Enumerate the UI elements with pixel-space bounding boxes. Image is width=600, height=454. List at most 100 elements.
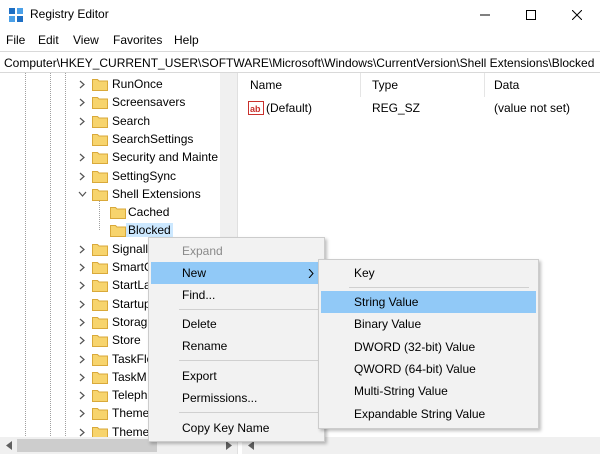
chevron-right-icon[interactable] bbox=[78, 117, 87, 126]
menu-find[interactable]: Find... bbox=[151, 284, 322, 306]
tree-item[interactable]: Screensavers bbox=[0, 93, 237, 111]
address-bar[interactable]: Computer\HKEY_CURRENT_USER\SOFTWARE\Micr… bbox=[0, 51, 600, 73]
chevron-right-icon[interactable] bbox=[78, 318, 87, 327]
tree-item-label: Screensavers bbox=[112, 95, 186, 110]
chevron-right-icon[interactable] bbox=[78, 300, 87, 309]
chevron-right-icon[interactable] bbox=[78, 153, 87, 162]
menu-new-qword-value[interactable]: QWORD (64-bit) Value bbox=[321, 358, 536, 380]
tree-item[interactable]: SearchSettings bbox=[0, 130, 237, 148]
menu-view[interactable]: View bbox=[73, 33, 99, 47]
chevron-down-icon[interactable] bbox=[78, 190, 87, 199]
folder-icon bbox=[92, 390, 108, 403]
menu-new-multi-string-value[interactable]: Multi-String Value bbox=[321, 380, 536, 402]
column-data[interactable]: Data bbox=[494, 78, 519, 92]
tree-item[interactable]: SettingSync bbox=[0, 167, 237, 185]
folder-icon bbox=[92, 188, 108, 201]
scroll-right-icon[interactable] bbox=[225, 441, 233, 450]
tree-item-label: Storag bbox=[112, 314, 148, 329]
new-submenu: Key String Value Binary Value DWORD (32-… bbox=[318, 259, 539, 429]
menu-help[interactable]: Help bbox=[174, 33, 199, 47]
menu-copy-key-name[interactable]: Copy Key Name bbox=[151, 417, 322, 439]
address-path[interactable]: Computer\HKEY_CURRENT_USER\SOFTWARE\Micr… bbox=[4, 56, 594, 70]
minimize-button[interactable] bbox=[462, 0, 508, 30]
tree-item-label: Teleph bbox=[112, 388, 148, 403]
chevron-right-icon[interactable] bbox=[78, 281, 87, 290]
tree-item[interactable]: RunOnce bbox=[0, 75, 237, 93]
tree-item-label: SearchSettings bbox=[112, 131, 194, 146]
tree-item[interactable]: Search bbox=[0, 112, 237, 130]
menu-favorites[interactable]: Favorites bbox=[113, 33, 162, 47]
folder-icon bbox=[92, 353, 108, 366]
tree-item[interactable]: Cached bbox=[0, 203, 237, 221]
folder-icon bbox=[92, 115, 108, 128]
minimize-icon bbox=[480, 14, 490, 16]
menu-edit[interactable]: Edit bbox=[38, 33, 59, 47]
close-button[interactable] bbox=[554, 0, 600, 30]
svg-text:ab: ab bbox=[250, 104, 261, 114]
column-type[interactable]: Type bbox=[372, 78, 398, 92]
chevron-right-icon[interactable] bbox=[78, 98, 87, 107]
folder-icon bbox=[92, 262, 108, 274]
menu-new[interactable]: New bbox=[151, 262, 322, 284]
folder-icon bbox=[92, 152, 108, 165]
menu-new-expandable-string-value[interactable]: Expandable String Value bbox=[321, 403, 536, 425]
tree-item-label: Store bbox=[112, 333, 141, 348]
menu-new-key[interactable]: Key bbox=[321, 262, 536, 284]
menu-rename[interactable]: Rename bbox=[151, 335, 322, 357]
folder-icon bbox=[92, 316, 108, 329]
close-icon bbox=[572, 10, 582, 20]
tree-item[interactable]: Security and Mainte bbox=[0, 148, 237, 166]
chevron-right-icon[interactable] bbox=[78, 245, 87, 254]
chevron-right-icon[interactable] bbox=[78, 263, 87, 272]
string-value-icon: ab bbox=[248, 101, 264, 115]
tree-item-label: Cached bbox=[128, 205, 170, 220]
scroll-thumb[interactable] bbox=[17, 439, 157, 452]
folder-icon bbox=[92, 97, 108, 110]
folder-icon bbox=[92, 170, 108, 183]
column-name[interactable]: Name bbox=[250, 78, 282, 92]
tree-item-label: Signall bbox=[112, 241, 149, 256]
chevron-right-icon bbox=[308, 269, 314, 278]
scroll-left-icon[interactable] bbox=[247, 441, 255, 450]
tree-item-label: Blocked bbox=[126, 223, 173, 238]
scroll-left-icon[interactable] bbox=[5, 441, 13, 450]
folder-icon bbox=[92, 280, 108, 293]
menu-export[interactable]: Export bbox=[151, 365, 322, 387]
chevron-right-icon[interactable] bbox=[78, 373, 87, 382]
menu-new-dword-value[interactable]: DWORD (32-bit) Value bbox=[321, 336, 536, 358]
menu-file[interactable]: File bbox=[6, 33, 25, 47]
folder-icon bbox=[92, 79, 108, 91]
value-data: (value not set) bbox=[494, 101, 571, 115]
menu-permissions[interactable]: Permissions... bbox=[151, 387, 322, 409]
menu-new-string-value[interactable]: String Value bbox=[321, 291, 536, 313]
tree-item-label: Theme bbox=[112, 406, 150, 421]
maximize-icon bbox=[526, 10, 536, 20]
chevron-right-icon[interactable] bbox=[78, 355, 87, 364]
tree-item-label: Search bbox=[112, 113, 151, 128]
tree-item-label: RunOnce bbox=[112, 77, 163, 91]
tree-item-label: TaskM bbox=[112, 369, 147, 384]
registry-editor-icon bbox=[9, 8, 23, 22]
chevron-right-icon[interactable] bbox=[78, 409, 87, 418]
tree-item[interactable]: Shell Extensions bbox=[0, 185, 237, 203]
chevron-right-icon[interactable] bbox=[78, 391, 87, 400]
folder-icon bbox=[92, 408, 108, 421]
context-menu: Expand New Find... Delete Rename Export … bbox=[148, 237, 325, 442]
chevron-right-icon[interactable] bbox=[78, 80, 87, 89]
chevron-right-icon[interactable] bbox=[78, 428, 87, 437]
chevron-right-icon[interactable] bbox=[78, 336, 87, 345]
folder-icon bbox=[92, 335, 108, 348]
tree-item-label: Security and Mainte bbox=[112, 150, 219, 165]
maximize-button[interactable] bbox=[508, 0, 554, 30]
menu-delete[interactable]: Delete bbox=[151, 313, 322, 335]
chevron-right-icon[interactable] bbox=[78, 172, 87, 181]
folder-icon bbox=[110, 207, 126, 220]
tree-item-label: SettingSync bbox=[112, 168, 177, 183]
value-type: REG_SZ bbox=[372, 101, 421, 115]
menu-new-binary-value[interactable]: Binary Value bbox=[321, 313, 536, 335]
value-name: (Default) bbox=[266, 101, 313, 115]
menu-expand[interactable]: Expand bbox=[151, 240, 322, 262]
window-title: Registry Editor bbox=[30, 7, 109, 21]
folder-icon bbox=[110, 225, 126, 238]
table-row[interactable]: ab (Default) REG_SZ (value not set) bbox=[242, 99, 600, 117]
